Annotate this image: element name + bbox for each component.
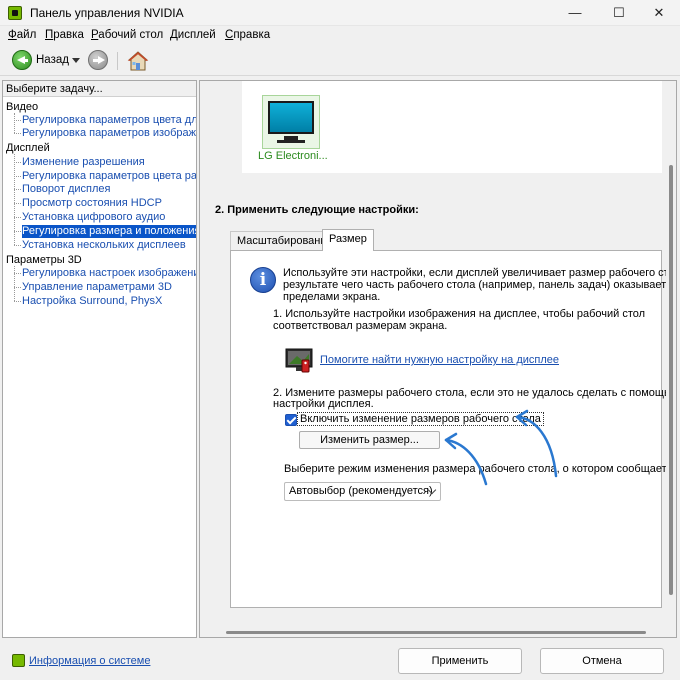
tree-connector [14, 203, 21, 204]
info-text-line-3: пределами экрана. [283, 291, 381, 303]
tree-connector [14, 217, 21, 218]
step1-text-line-2: соответствовал размерам экрана. [273, 320, 448, 332]
tree-category-3d[interactable]: Параметры 3D [6, 254, 82, 266]
title-bar: Панель управления NVIDIA — ☐ ✕ [0, 0, 680, 26]
sidebar-item-surround-physx[interactable]: Настройка Surround, PhysX [22, 295, 196, 308]
sidebar-item-desktop-size-position[interactable]: Регулировка размера и положения рабочего… [22, 225, 196, 238]
apply-button[interactable]: Применить [398, 648, 522, 674]
tree-connector [14, 120, 21, 121]
maximize-button[interactable]: ☐ [598, 0, 640, 26]
footer-bar: Информация о системе Применить Отмена [0, 642, 680, 680]
nvidia-app-icon [8, 6, 22, 20]
tree-connector [14, 301, 21, 302]
resize-button[interactable]: Изменить размер... [299, 431, 440, 449]
size-tab-content: i Используйте эти настройки, если диспле… [230, 250, 676, 608]
step2-text-line-2: настройки дисплея. [273, 398, 374, 410]
tree-connector [14, 162, 21, 163]
back-history-dropdown-icon[interactable] [72, 58, 80, 63]
sidebar-item-3d-image-settings[interactable]: Регулировка настроек изображения с просм… [22, 267, 196, 280]
horizontal-scrollbar[interactable] [200, 625, 666, 637]
menu-edit[interactable]: Правка [45, 29, 84, 41]
help-find-setting-link[interactable]: Помогите найти нужную настройку на диспл… [320, 354, 559, 366]
menu-file[interactable]: Файл [8, 29, 36, 41]
tab-size[interactable]: Размер [322, 229, 374, 251]
sidebar-item-desktop-color[interactable]: Регулировка параметров цвета рабочего ст… [22, 170, 196, 183]
vertical-scrollbar[interactable] [666, 81, 676, 621]
resize-mode-value: Автовыбор (рекомендуется) [289, 485, 433, 497]
window-title: Панель управления NVIDIA [30, 6, 184, 20]
menu-desktop[interactable]: Рабочий стол [91, 29, 163, 41]
tree-connector [14, 113, 15, 133]
enable-resize-checkbox[interactable] [285, 414, 297, 426]
display-name[interactable]: LG Electroni... [258, 150, 328, 162]
toolbar-separator [117, 52, 118, 70]
resize-mode-select[interactable]: Автовыбор (рекомендуется) [284, 482, 441, 501]
tree-category-video[interactable]: Видео [6, 101, 38, 113]
step1-text-line-1: 1. Используйте настройки изображения на … [273, 308, 646, 320]
home-icon[interactable] [127, 50, 149, 72]
task-tree-pane: Выберите задачу... Видео Регулировка пар… [2, 80, 197, 638]
forward-arrow-icon[interactable] [88, 50, 108, 70]
tree-connector [14, 176, 21, 177]
tree-connector [14, 266, 15, 301]
system-info-icon [12, 654, 25, 667]
display-selector-panel: LG Electroni... [242, 81, 662, 173]
tree-connector [14, 273, 21, 274]
minimize-button[interactable]: — [554, 0, 596, 26]
tree-connector [14, 245, 21, 246]
monitor-base [277, 140, 305, 143]
close-button[interactable]: ✕ [638, 0, 680, 26]
sidebar-item-video-color[interactable]: Регулировка параметров цвета для видео [22, 114, 196, 127]
sidebar-item-rotate-display[interactable]: Поворот дисплея [22, 183, 196, 196]
system-info-link[interactable]: Информация о системе [29, 655, 150, 667]
toolbar: Назад [0, 46, 680, 76]
display-help-icon [285, 348, 313, 373]
menu-bar: Файл Правка Рабочий стол Дисплей Справка [0, 26, 680, 46]
tree-connector [14, 189, 21, 190]
sidebar-item-video-image[interactable]: Регулировка параметров изображения для в… [22, 127, 196, 140]
horizontal-scrollbar-thumb[interactable] [226, 631, 646, 634]
tree-category-display[interactable]: Дисплей [6, 142, 50, 154]
menu-help[interactable]: Справка [225, 29, 270, 41]
display-tile[interactable] [262, 95, 320, 149]
section-heading: 2. Применить следующие настройки: [215, 204, 419, 216]
settings-pane: LG Electroni... 2. Применить следующие н… [199, 80, 677, 638]
tree-connector [14, 287, 21, 288]
task-tree-header: Выберите задачу... [3, 81, 196, 97]
info-text-line-1: Используйте эти настройки, если дисплей … [283, 267, 677, 279]
tree-connector [14, 231, 21, 232]
back-arrow-icon[interactable] [12, 50, 32, 70]
sidebar-item-digital-audio[interactable]: Установка цифрового аудио [22, 211, 196, 224]
sidebar-item-hdcp-status[interactable]: Просмотр состояния HDCP [22, 197, 196, 210]
monitor-icon [268, 101, 314, 134]
back-button-label[interactable]: Назад [36, 54, 69, 66]
menu-display[interactable]: Дисплей [170, 29, 216, 41]
sidebar-item-manage-3d[interactable]: Управление параметрами 3D [22, 281, 196, 294]
sidebar-item-change-resolution[interactable]: Изменение разрешения [22, 156, 196, 169]
tree-connector [14, 133, 21, 134]
enable-resize-label[interactable]: Включить изменение размеров рабочего сто… [297, 412, 544, 426]
vertical-scrollbar-thumb[interactable] [669, 165, 673, 595]
info-icon: i [250, 267, 276, 293]
info-text-line-2: результате чего часть рабочего стола (на… [283, 279, 677, 291]
resize-mode-label: Выберите режим изменения размера рабочег… [284, 463, 677, 475]
sidebar-item-multiple-displays[interactable]: Установка нескольких дисплеев [22, 239, 196, 252]
cancel-button[interactable]: Отмена [540, 648, 664, 674]
